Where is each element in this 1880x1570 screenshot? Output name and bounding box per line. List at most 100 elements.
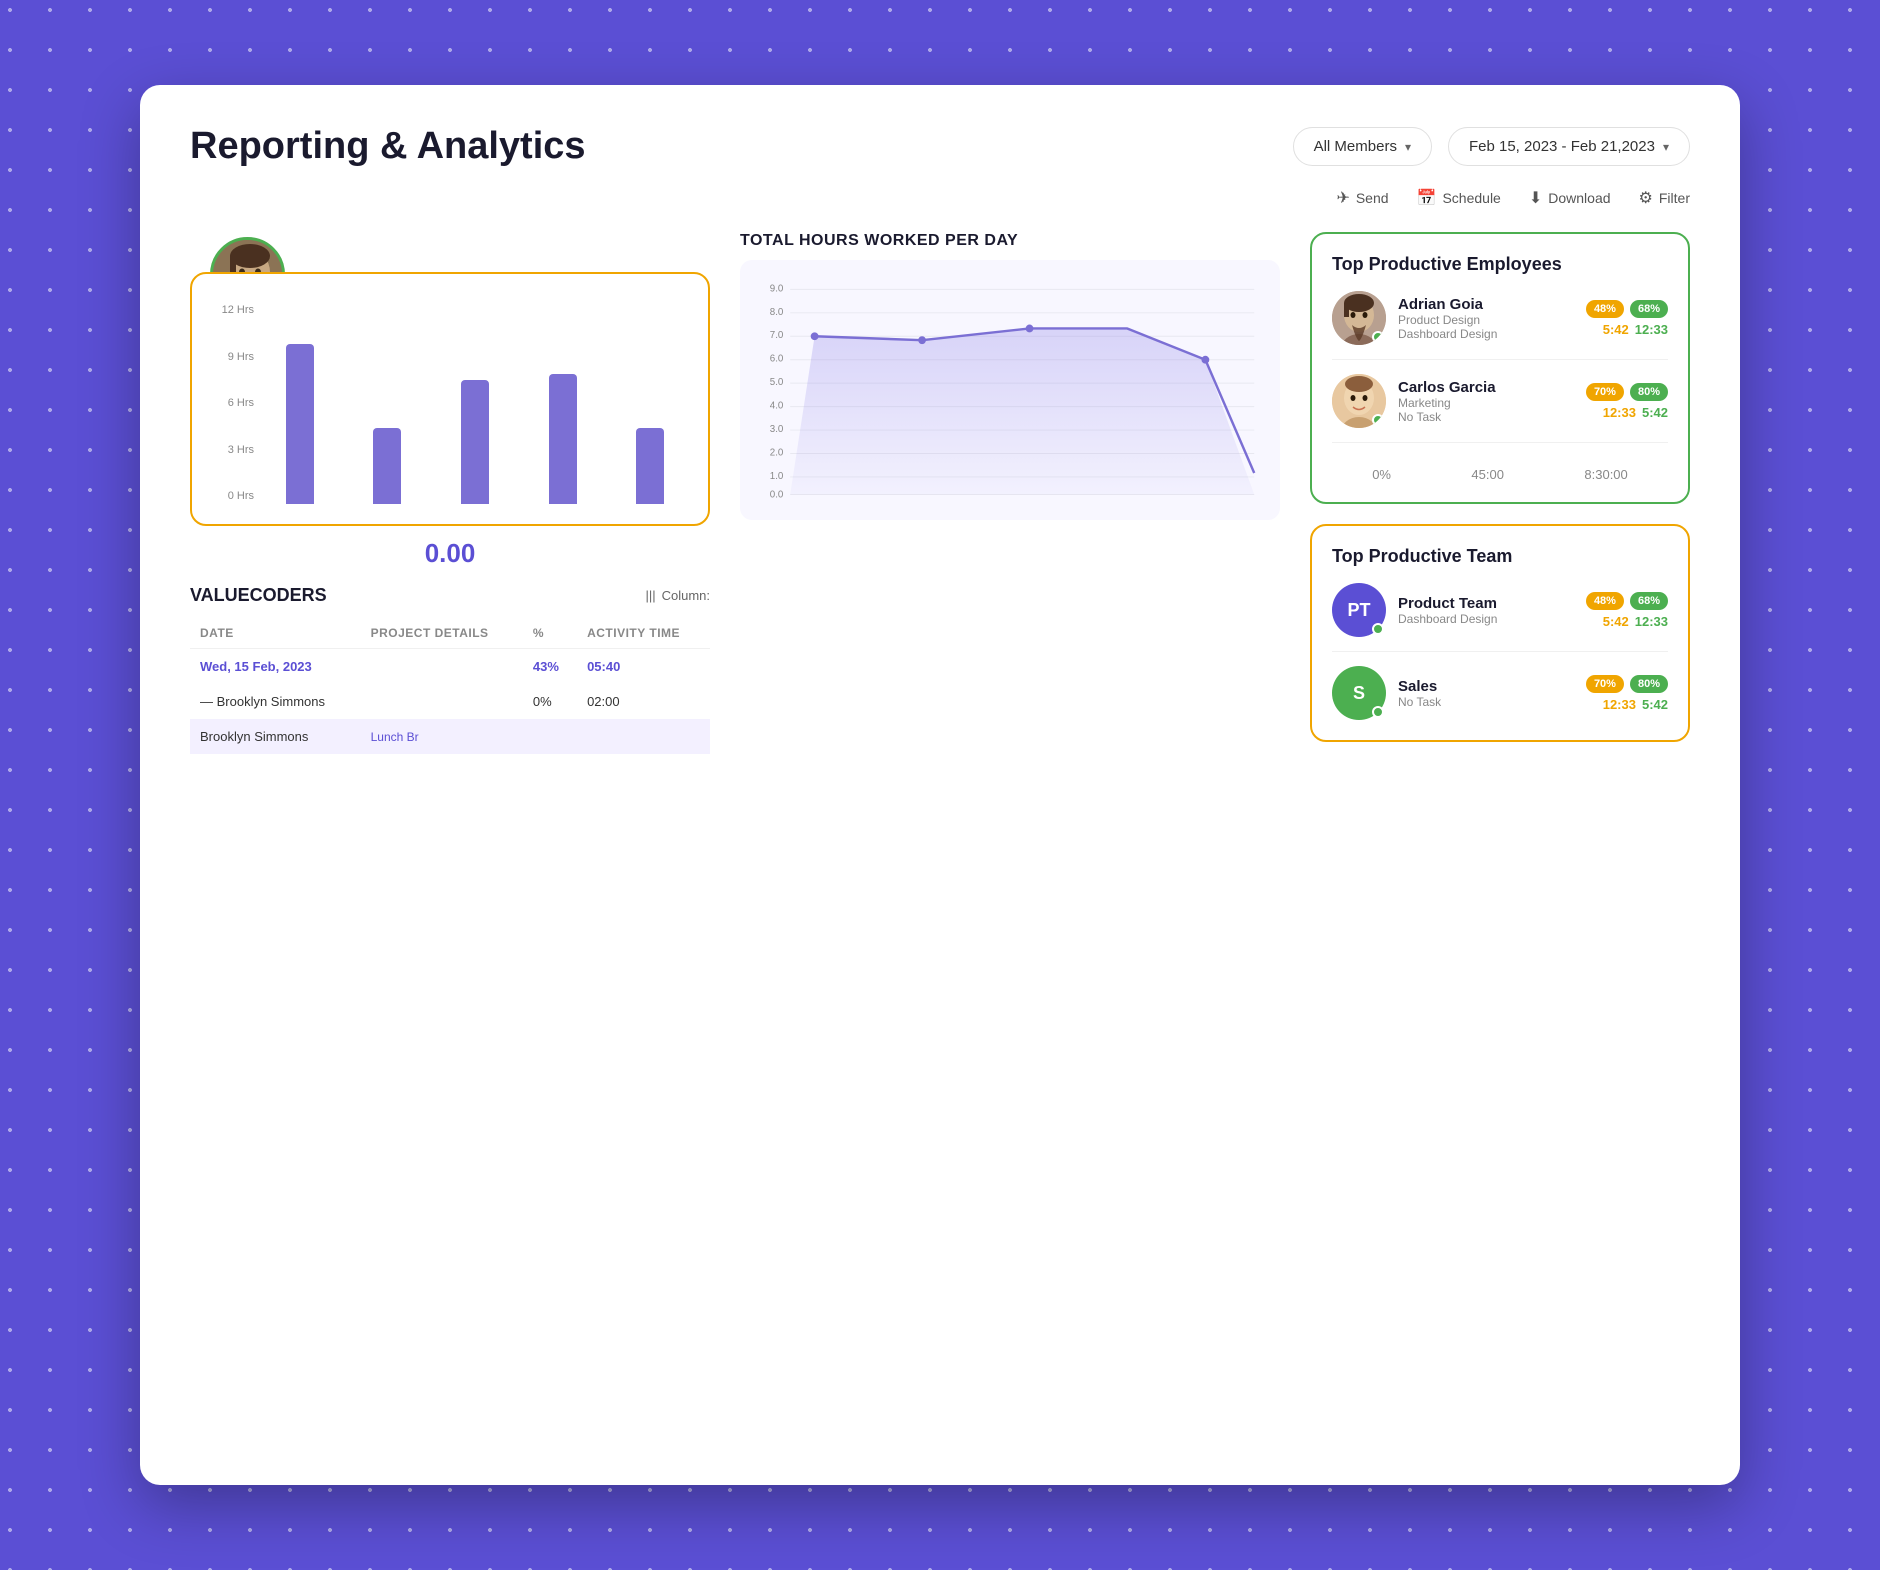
table-body: Wed, 15 Feb, 2023 43% 05:40 — Brooklyn S… (190, 649, 710, 755)
header-controls: All Members ▾ Feb 15, 2023 - Feb 21,2023… (1293, 127, 1690, 166)
download-icon: ⬇ (1529, 188, 1542, 208)
date-range-button[interactable]: Feb 15, 2023 - Feb 21,2023 ▾ (1448, 127, 1690, 166)
team-avatar-pt: PT (1332, 583, 1386, 637)
send-icon: ✈ (1336, 188, 1349, 208)
bar-item-5 (612, 304, 688, 504)
employee-sub-role-2: No Task (1398, 410, 1574, 424)
team-time-orange-2: 12:33 (1603, 697, 1636, 712)
team-avatar-s: S (1332, 666, 1386, 720)
time-green-1: 12:33 (1635, 322, 1668, 337)
col-project: PROJECT DETAILS (361, 618, 523, 649)
team-badge-green-2: 80% (1630, 675, 1668, 693)
right-panel: Top Productive Employees (1310, 232, 1690, 754)
team-info-1: Product Team Dashboard Design (1398, 595, 1574, 626)
line-chart-svg: 9.0 8.0 7.0 6.0 5.0 4.0 3.0 2.0 1.0 0.0 (756, 276, 1264, 504)
bar-chart: 12 Hrs 9 Hrs 6 Hrs 3 Hrs 0 Hrs (212, 304, 688, 504)
online-indicator (1372, 414, 1384, 426)
team-row-1: PT Product Team Dashboard Design 48% 68% (1332, 583, 1668, 652)
team-name-1: Product Team (1398, 595, 1574, 612)
value-display: 0.00 (190, 538, 710, 569)
svg-text:3.0: 3.0 (770, 424, 784, 435)
team-initials-2: S (1353, 683, 1365, 704)
y-label-9: 9 Hrs (212, 351, 254, 363)
footer-stat-3: 8:30:00 (1584, 467, 1627, 482)
page-header: Reporting & Analytics All Members ▾ Feb … (190, 125, 1690, 168)
download-label: Download (1548, 190, 1610, 206)
top-employees-card: Top Productive Employees (1310, 232, 1690, 504)
row-time (577, 719, 710, 754)
online-indicator (1372, 706, 1384, 718)
team-badge-orange-2: 70% (1586, 675, 1624, 693)
table-row: Brooklyn Simmons Lunch Br (190, 719, 710, 754)
bar-item-3 (437, 304, 513, 504)
data-table: DATE PROJECT DETAILS % ACTIVITY TIME Wed… (190, 618, 710, 754)
col-time: ACTIVITY TIME (577, 618, 710, 649)
table-head: DATE PROJECT DETAILS % ACTIVITY TIME (190, 618, 710, 649)
stat-badges-2: 70% 80% (1586, 383, 1668, 401)
time-green-2: 5:42 (1642, 405, 1668, 420)
download-button[interactable]: ⬇ Download (1529, 188, 1611, 208)
filter-button[interactable]: ⚙ Filter (1639, 188, 1690, 208)
col-date: DATE (190, 618, 361, 649)
team-badge-orange-1: 48% (1586, 592, 1624, 610)
left-panel: 12 Hrs 9 Hrs 6 Hrs 3 Hrs 0 Hrs (190, 232, 710, 754)
table-section: VALUECODERS ||| Column: DATE PROJECT DET… (190, 585, 710, 754)
table-row: — Brooklyn Simmons 0% 02:00 (190, 684, 710, 719)
online-indicator (1372, 331, 1384, 343)
online-indicator (1372, 623, 1384, 635)
employee-info-1: Adrian Goia Product Design Dashboard Des… (1398, 296, 1574, 341)
employee-stats-2: 70% 80% 12:33 5:42 (1586, 383, 1668, 420)
row-project (361, 649, 523, 685)
stat-badges-1: 48% 68% (1586, 300, 1668, 318)
column-icon: ||| (645, 588, 655, 603)
svg-text:9.0: 9.0 (770, 283, 784, 294)
team-info-2: Sales No Task (1398, 678, 1574, 709)
filter-label: Filter (1659, 190, 1690, 206)
page-title: Reporting & Analytics (190, 125, 586, 168)
bar-chart-card: 12 Hrs 9 Hrs 6 Hrs 3 Hrs 0 Hrs (190, 272, 710, 526)
schedule-label: Schedule (1442, 190, 1500, 206)
team-name-2: Sales (1398, 678, 1574, 695)
center-panel: TOTAL HOURS WORKED PER DAY 9.0 8.0 7.0 6… (740, 232, 1280, 754)
svg-text:0.0: 0.0 (770, 489, 784, 500)
row-pct: 43% (523, 649, 577, 685)
row-name: — Brooklyn Simmons (190, 684, 361, 719)
bar-item-1 (262, 304, 338, 504)
bar-fill-2 (373, 428, 401, 504)
y-label-0: 0 Hrs (212, 490, 254, 502)
team-times-2: 12:33 5:42 (1603, 697, 1668, 712)
svg-text:4.0: 4.0 (770, 401, 784, 412)
team-stats-2: 70% 80% 12:33 5:42 (1586, 675, 1668, 712)
table-title: VALUECODERS (190, 585, 327, 606)
main-card: Reporting & Analytics All Members ▾ Feb … (140, 85, 1740, 1485)
bar-fill-5 (636, 428, 664, 504)
time-orange-1: 5:42 (1603, 322, 1629, 337)
y-label-12: 12 Hrs (212, 304, 254, 316)
footer-stat-2: 45:00 (1471, 467, 1504, 482)
team-times-1: 5:42 12:33 (1603, 614, 1668, 629)
footer-stat-1: 0% (1372, 467, 1391, 482)
bar-item-2 (350, 304, 426, 504)
schedule-icon: 📅 (1417, 188, 1437, 208)
team-time-green-2: 5:42 (1642, 697, 1668, 712)
table-header: DATE PROJECT DETAILS % ACTIVITY TIME (190, 618, 710, 649)
row-pct: 0% (523, 684, 577, 719)
row-project (361, 684, 523, 719)
bar-fill-4 (549, 374, 577, 504)
team-stats-1: 48% 68% 5:42 12:33 (1586, 592, 1668, 629)
send-button[interactable]: ✈ Send (1336, 188, 1388, 208)
top-team-card: Top Productive Team PT Product Team Dash… (1310, 524, 1690, 742)
top-team-title: Top Productive Team (1332, 546, 1668, 567)
team-role-1: Dashboard Design (1398, 612, 1574, 626)
column-toggle-button[interactable]: ||| Column: (645, 588, 710, 603)
toolbar: ✈ Send 📅 Schedule ⬇ Download ⚙ Filter (190, 188, 1690, 208)
members-filter-label: All Members (1314, 138, 1397, 155)
team-badges-1: 48% 68% (1586, 592, 1668, 610)
badge-pct-green-2: 80% (1630, 383, 1668, 401)
schedule-button[interactable]: 📅 Schedule (1417, 188, 1501, 208)
employee-row-1: Adrian Goia Product Design Dashboard Des… (1332, 291, 1668, 360)
bar-fill-1 (286, 344, 314, 504)
members-filter-button[interactable]: All Members ▾ (1293, 127, 1432, 166)
row-time: 05:40 (577, 649, 710, 685)
bar-chart-inner: 12 Hrs 9 Hrs 6 Hrs 3 Hrs 0 Hrs (212, 304, 688, 504)
